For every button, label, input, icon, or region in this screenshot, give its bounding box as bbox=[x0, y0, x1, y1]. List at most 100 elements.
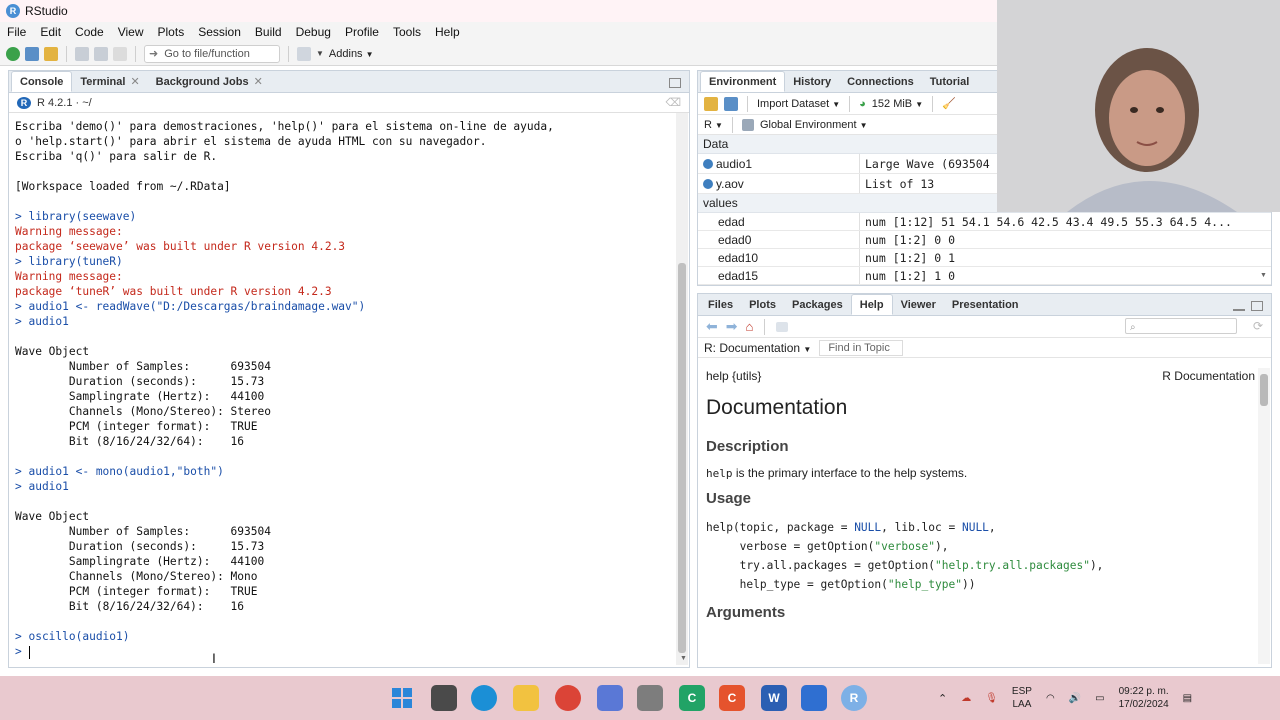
battery-icon[interactable]: ▭ bbox=[1095, 693, 1104, 704]
scroll-down-icon[interactable]: ▼ bbox=[1260, 272, 1267, 279]
variable-name: edad0 bbox=[718, 232, 752, 247]
addins-menu[interactable]: Addins ▼ bbox=[329, 48, 374, 60]
env-row[interactable]: edad0 num [1:2] 0 0 bbox=[698, 231, 1271, 249]
toolbar-divider bbox=[747, 95, 748, 112]
tab-environment[interactable]: Environment bbox=[700, 71, 786, 92]
popout-icon[interactable] bbox=[776, 321, 789, 332]
save-all-icon[interactable] bbox=[94, 46, 108, 61]
print-icon[interactable] bbox=[113, 46, 127, 61]
scrollbar-thumb[interactable] bbox=[1260, 374, 1268, 406]
maximize-pane-icon[interactable] bbox=[1251, 301, 1263, 311]
close-icon[interactable]: ✕ bbox=[130, 75, 139, 88]
microphone-icon[interactable]: 🎙 bbox=[985, 693, 998, 704]
tab-files[interactable]: Files bbox=[700, 294, 741, 315]
tab-terminal[interactable]: Terminal ✕ bbox=[72, 71, 147, 92]
clock[interactable]: 09:22 p. m. 17/02/2024 bbox=[1119, 685, 1169, 711]
menu-tools[interactable]: Tools bbox=[386, 25, 428, 39]
tab-connections[interactable]: Connections bbox=[839, 71, 922, 92]
find-placeholder: Find in Topic bbox=[828, 341, 890, 354]
scroll-down-icon[interactable]: ▼ bbox=[680, 655, 687, 662]
notification-icon[interactable]: ▤ bbox=[1183, 693, 1192, 704]
edge-browser-icon[interactable] bbox=[471, 685, 497, 711]
menu-file[interactable]: File bbox=[0, 25, 33, 39]
cloud-icon[interactable]: ☁ bbox=[961, 693, 971, 704]
task-view-icon[interactable] bbox=[431, 685, 457, 711]
camtasia-green-icon[interactable]: C bbox=[679, 685, 705, 711]
refresh-icon[interactable]: ⟳ bbox=[1253, 319, 1263, 333]
tab-console[interactable]: Console bbox=[11, 71, 73, 92]
env-row[interactable]: edad10 num [1:2] 0 1 bbox=[698, 249, 1271, 267]
language-select[interactable]: R ▼ bbox=[704, 119, 723, 131]
chevron-up-icon[interactable]: ⌃ bbox=[938, 692, 947, 705]
back-arrow-icon[interactable]: ⬅ bbox=[706, 318, 718, 335]
new-project-icon[interactable] bbox=[25, 46, 39, 61]
menu-code[interactable]: Code bbox=[68, 25, 111, 39]
tab-help[interactable]: Help bbox=[850, 294, 893, 315]
store-icon[interactable] bbox=[637, 685, 663, 711]
tab-background-jobs[interactable]: Background Jobs ✕ bbox=[148, 71, 271, 92]
import-dataset-button[interactable]: Import Dataset ▼ bbox=[757, 98, 840, 110]
chrome-icon[interactable] bbox=[555, 685, 581, 711]
menu-session[interactable]: Session bbox=[191, 25, 248, 39]
tab-plots[interactable]: Plots bbox=[741, 294, 784, 315]
menu-help[interactable]: Help bbox=[428, 25, 467, 39]
console-output[interactable]: Escriba 'demo()' para demostraciones, 'h… bbox=[15, 119, 675, 664]
save-icon[interactable] bbox=[75, 46, 89, 61]
help-package-label: help {utils} bbox=[706, 369, 762, 383]
expand-arrow-icon[interactable] bbox=[703, 158, 713, 169]
forward-arrow-icon[interactable]: ➡ bbox=[726, 318, 738, 335]
help-search-input[interactable]: ⌕ bbox=[1125, 318, 1237, 334]
chevron-down-icon[interactable]: ▼ bbox=[316, 49, 324, 58]
language-label: R bbox=[704, 118, 712, 131]
close-icon[interactable]: ✕ bbox=[254, 75, 263, 88]
wifi-icon[interactable]: ◠ bbox=[1046, 693, 1055, 704]
menu-plots[interactable]: Plots bbox=[151, 25, 192, 39]
goto-file-function-input[interactable]: ➜ Go to file/function bbox=[144, 44, 280, 63]
notepad-icon[interactable] bbox=[801, 685, 827, 711]
chevron-down-icon: ▼ bbox=[803, 344, 812, 354]
open-folder-icon[interactable] bbox=[44, 46, 58, 61]
volume-icon[interactable]: 🔊 bbox=[1069, 693, 1081, 704]
tab-presentation[interactable]: Presentation bbox=[944, 294, 1027, 315]
new-file-icon[interactable] bbox=[6, 46, 20, 61]
word-icon[interactable]: W bbox=[761, 685, 787, 711]
variable-name: edad bbox=[718, 214, 745, 229]
file-explorer-icon[interactable] bbox=[513, 685, 539, 711]
windows-start-icon[interactable] bbox=[389, 685, 415, 711]
find-in-topic-input[interactable]: Find in Topic bbox=[819, 339, 904, 356]
home-icon[interactable]: ⌂ bbox=[745, 319, 753, 334]
clear-console-icon[interactable]: ⌫ bbox=[665, 96, 681, 109]
expand-arrow-icon[interactable] bbox=[703, 178, 713, 189]
maximize-pane-icon[interactable] bbox=[669, 78, 681, 88]
menu-build[interactable]: Build bbox=[248, 25, 289, 39]
environment-scope-select[interactable]: Global Environment ▼ bbox=[760, 119, 868, 131]
help-scrollbar[interactable] bbox=[1258, 368, 1270, 664]
menu-edit[interactable]: Edit bbox=[33, 25, 68, 39]
console-prompt[interactable]: > bbox=[15, 644, 675, 659]
tab-tutorial[interactable]: Tutorial bbox=[922, 71, 978, 92]
menu-view[interactable]: View bbox=[111, 25, 151, 39]
env-row[interactable]: edad num [1:12] 51 54.1 54.6 42.5 43.4 4… bbox=[698, 213, 1271, 231]
menu-profile[interactable]: Profile bbox=[338, 25, 386, 39]
menu-debug[interactable]: Debug bbox=[289, 25, 338, 39]
console-line: Duration (seconds): 15.73 bbox=[15, 375, 265, 388]
minimize-pane-icon[interactable] bbox=[1233, 307, 1245, 311]
tab-packages[interactable]: Packages bbox=[784, 294, 851, 315]
tab-history[interactable]: History bbox=[785, 71, 839, 92]
grid-layout-icon[interactable] bbox=[297, 46, 311, 61]
scrollbar-thumb[interactable] bbox=[678, 263, 686, 653]
tab-viewer[interactable]: Viewer bbox=[893, 294, 944, 315]
env-row[interactable]: edad15 num [1:2] 1 0 bbox=[698, 267, 1271, 285]
memory-usage[interactable]: 152 MiB ▼ bbox=[872, 98, 923, 110]
help-topic-select[interactable]: R: Documentation ▼ bbox=[704, 341, 811, 355]
console-line: > audio1 <- readWave("D:/Descargas/brain… bbox=[15, 300, 366, 313]
snipping-tool-icon[interactable] bbox=[597, 685, 623, 711]
camtasia-orange-icon[interactable]: C bbox=[719, 685, 745, 711]
language-indicator[interactable]: ESP LAA bbox=[1012, 685, 1032, 711]
load-workspace-icon[interactable] bbox=[704, 96, 718, 111]
save-workspace-icon[interactable] bbox=[724, 96, 738, 111]
rstudio-taskbar-icon[interactable]: R bbox=[841, 685, 867, 711]
broom-icon[interactable]: 🧹 bbox=[942, 97, 956, 110]
console-scrollbar[interactable] bbox=[676, 113, 688, 665]
